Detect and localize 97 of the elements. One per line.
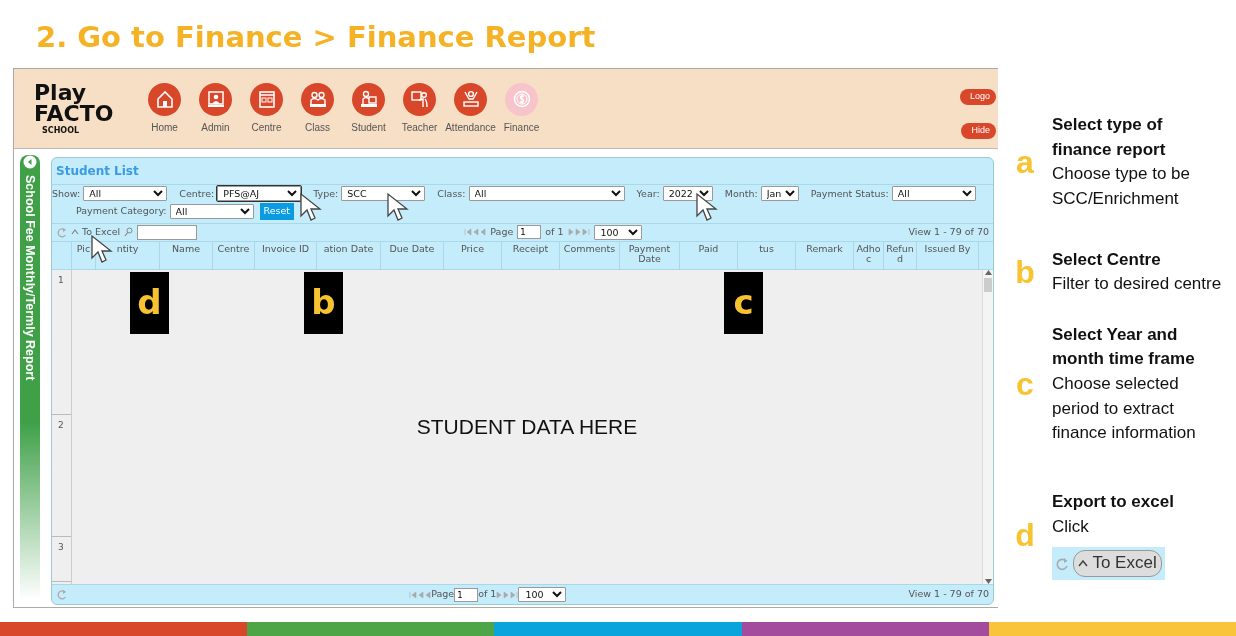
record-count: View 1 - 79 of 70	[908, 587, 989, 602]
nav-item[interactable]: Centre	[241, 82, 292, 135]
callout-label: d	[130, 271, 169, 334]
building-icon	[256, 89, 277, 109]
search-field[interactable]	[137, 224, 198, 240]
next-last-icon[interactable]	[496, 590, 519, 599]
filter-label: Centre:	[178, 186, 216, 201]
filter-select[interactable]: All	[891, 186, 976, 201]
nav-item[interactable]: Attendance	[445, 82, 496, 135]
row-number: 2	[52, 414, 71, 537]
first-previous-icon[interactable]	[464, 228, 487, 236]
nav-item[interactable]: Teacher	[394, 82, 445, 135]
column-header: Payment Date	[620, 241, 680, 269]
column-header: Invoice ID	[255, 241, 317, 269]
dollar-coin-icon	[511, 89, 532, 109]
column-header: Comments	[560, 241, 620, 269]
reader-icon	[358, 89, 379, 109]
filter-select[interactable]: All	[169, 203, 254, 219]
step-title: Export to excel	[1052, 491, 1175, 514]
filter-select[interactable]: All	[83, 186, 168, 201]
logo: Play FACTO SCHOOL	[34, 82, 115, 135]
nav-item[interactable]: Home	[139, 82, 190, 135]
callout-label: c	[724, 271, 763, 334]
filter-select[interactable]: 2022	[662, 186, 713, 201]
nav-item[interactable]: Student	[343, 82, 394, 135]
page-label: Page	[490, 224, 514, 239]
column-header: Name	[160, 241, 213, 269]
nav-item[interactable]: Admin	[190, 82, 241, 135]
column-header: Centre	[213, 241, 255, 269]
filter-select[interactable]: PFS@AJ	[217, 186, 302, 201]
column-header: ation Date	[317, 241, 381, 269]
page-size-select[interactable]: 100	[593, 224, 642, 240]
filter-label: Payment Category:	[75, 204, 168, 219]
column-header: Due Date	[381, 241, 444, 269]
scroll-up-icon[interactable]	[984, 269, 992, 275]
filter-select[interactable]: Jan	[760, 186, 799, 201]
row-number: 3	[52, 536, 71, 582]
panel-title: Student List	[52, 158, 993, 185]
step-letter: d	[1014, 515, 1036, 555]
side-tab[interactable]: School Fee Monthly/Termly Report	[20, 155, 40, 600]
page-count: of 1	[478, 587, 497, 602]
column-header: Remark	[796, 241, 854, 269]
refresh-icon[interactable]	[56, 226, 67, 238]
logout-button[interactable]: Logo	[959, 89, 996, 105]
filter-label: Type:	[312, 186, 340, 201]
column-header: Issued By	[917, 241, 979, 269]
search-icon	[124, 227, 134, 237]
page-input[interactable]: 1	[517, 225, 542, 239]
record-count: View 1 - 79 of 70	[908, 224, 989, 239]
page-label: Page	[431, 587, 455, 602]
caret-icon	[1078, 560, 1088, 568]
step-description: Click	[1052, 515, 1090, 538]
filter-label: Payment Status:	[809, 186, 890, 201]
teacher-icon	[409, 89, 430, 109]
column-header: Adhoc	[854, 241, 884, 269]
nav-item[interactable]: Finance	[496, 82, 547, 135]
first-previous-icon[interactable]	[409, 590, 432, 599]
people-icon	[307, 89, 328, 109]
hide-button[interactable]: Hide	[961, 123, 996, 139]
step-letter: b	[1014, 253, 1036, 292]
column-header: Receipt	[502, 241, 560, 269]
column-header: tus	[738, 241, 796, 269]
step-letter: c	[1015, 365, 1035, 405]
placeholder-text: STUDENT DATA HERE	[416, 414, 638, 440]
step-title: Select Centre	[1052, 248, 1162, 271]
filter-label: Class:	[436, 186, 467, 201]
page-count: of 1	[545, 224, 564, 239]
step-title: Select Year and month time frame	[1052, 323, 1196, 371]
refresh-icon	[1055, 556, 1069, 571]
scroll-down-icon[interactable]	[984, 579, 992, 584]
next-last-icon[interactable]	[567, 228, 590, 236]
filter-label: Year:	[635, 186, 661, 201]
scroll-thumb[interactable]	[984, 277, 992, 292]
page-input[interactable]: 1	[454, 587, 479, 602]
column-header: Price	[444, 241, 502, 269]
filter-select[interactable]: All	[468, 186, 625, 201]
cheering-person-icon	[460, 89, 481, 109]
nav-item[interactable]: Class	[292, 82, 343, 135]
page-size-select[interactable]: 100	[518, 587, 567, 602]
step-description: Choose selected period to extract finance information	[1052, 373, 1197, 445]
row-number: 1	[52, 269, 71, 415]
callout-label: b	[304, 271, 343, 334]
step-title: Select type of finance report	[1052, 114, 1167, 161]
scrollbar[interactable]	[982, 269, 993, 584]
filter-label: Month:	[723, 186, 759, 201]
house-icon	[154, 89, 175, 109]
person-icon	[205, 89, 226, 109]
step-description: Choose type to be SCC/Enrichment	[1052, 163, 1191, 210]
column-header: Refund	[884, 241, 917, 269]
filter-select[interactable]: SCC	[341, 186, 426, 201]
step-description: Filter to desired centre	[1052, 273, 1223, 296]
filter-label: Show:	[52, 186, 82, 201]
refresh-icon[interactable]	[56, 589, 67, 600]
column-header: Paid	[680, 241, 738, 269]
step-letter: a	[1015, 143, 1035, 183]
slide-title: 2. Go to Finance > Finance Report	[36, 20, 596, 55]
caret-icon	[71, 229, 79, 236]
